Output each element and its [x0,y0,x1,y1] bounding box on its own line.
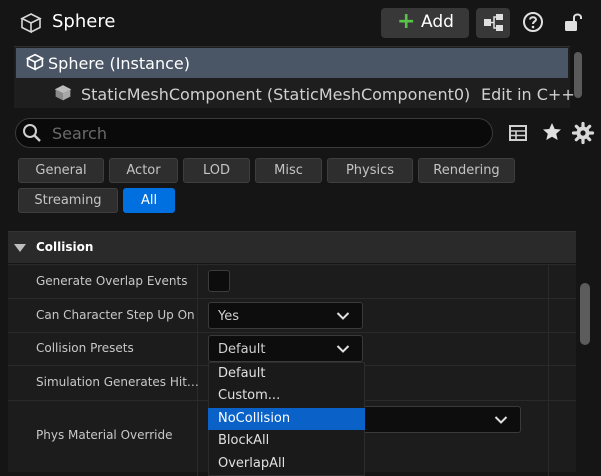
unlock-icon[interactable] [562,11,584,33]
option-blockall[interactable]: BlockAll [208,430,365,452]
option-default[interactable]: Default [208,363,365,385]
add-component-button[interactable]: + Add [381,8,469,38]
option-nocollision[interactable]: NoCollision [208,408,365,430]
actor-cube-icon [25,53,45,71]
collision-presets-combo[interactable]: Default [208,335,363,362]
help-icon[interactable] [522,11,544,33]
can-character-step-up-on-combo[interactable]: Yes [208,302,363,329]
label-generate-overlap-events: Generate Overlap Events [36,274,188,288]
generate-overlap-events-checkbox[interactable] [208,270,230,292]
favorites-star-icon[interactable] [541,121,563,143]
chevron-down-icon [494,416,508,424]
edit-in-cpp-link[interactable]: Edit in C++ [481,85,575,104]
actor-title: Sphere [52,11,116,32]
search-input[interactable] [50,120,480,146]
search-icon [22,123,42,143]
add-button-label: Add [421,12,454,32]
combo-value: Yes [218,309,239,324]
filter-misc[interactable]: Misc [255,158,322,183]
filter-general[interactable]: General [18,158,104,183]
option-custom[interactable]: Custom... [208,385,365,407]
filter-streaming[interactable]: Streaming [18,188,118,213]
column-divider[interactable] [197,264,198,476]
blueprint-button[interactable] [476,8,510,38]
filter-all[interactable]: All [123,188,175,213]
chevron-down-icon [336,345,350,353]
plus-icon: + [397,9,416,34]
tree-item-component-label: StaticMeshComponent (StaticMeshComponent… [81,85,471,104]
actor-cube-icon [20,12,42,34]
combo-value: Default [218,342,266,357]
label-phys-material-override: Phys Material Override [36,428,173,442]
static-mesh-icon [54,84,72,102]
property-matrix-icon[interactable] [508,123,528,143]
filter-actor[interactable]: Actor [109,158,178,183]
filter-physics[interactable]: Physics [327,158,413,183]
option-overlapall[interactable]: OverlapAll [208,453,365,475]
filter-rendering[interactable]: Rendering [418,158,515,183]
column-divider [548,264,549,476]
hierarchy-icon [484,14,503,31]
label-simulation-generates-hit-events: Simulation Generates Hit… [36,375,199,389]
label-collision-presets: Collision Presets [36,341,134,355]
details-scrollbar[interactable] [580,283,590,345]
section-title: Collision [36,240,94,254]
collapse-arrow-icon[interactable] [14,242,26,252]
tree-scrollbar[interactable] [574,52,582,98]
tree-item-instance-label: Sphere (Instance) [48,54,190,73]
settings-gear-icon[interactable] [571,121,595,145]
label-can-character-step-up-on: Can Character Step Up On [36,308,195,322]
chevron-down-icon [336,312,350,320]
filter-lod[interactable]: LOD [183,158,250,183]
